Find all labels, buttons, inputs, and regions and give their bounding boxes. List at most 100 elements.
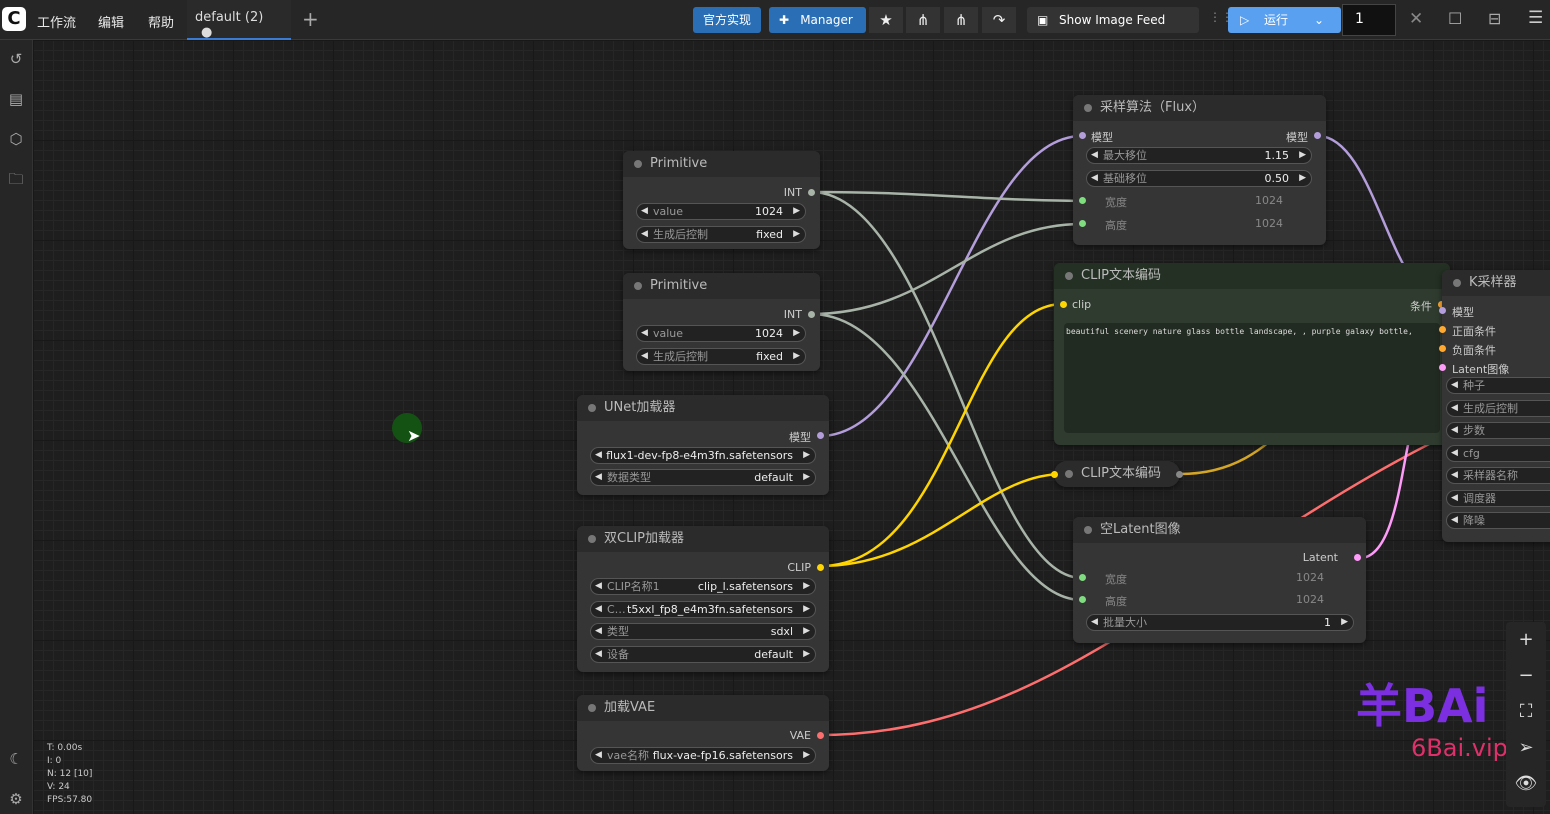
zoom-in-icon[interactable]: +: [1506, 622, 1546, 658]
input-slot[interactable]: [1051, 471, 1058, 478]
theme-moon-icon[interactable]: ☾: [5, 748, 27, 770]
widget-max-shift[interactable]: 最大移位 1.15: [1086, 147, 1312, 164]
input-slot[interactable]: [1060, 301, 1067, 308]
input-width: 宽度: [1105, 573, 1127, 586]
node-load-vae[interactable]: 加载VAE VAE vae名称flux-vae-fp16.safetensors: [577, 695, 829, 771]
widget-denoise[interactable]: 降噪: [1446, 512, 1550, 529]
menu-workflow[interactable]: 工作流: [37, 12, 76, 31]
widget-value-text: default: [754, 471, 793, 484]
panel-icon[interactable]: ☐: [1448, 9, 1462, 28]
widget-value-text: clip_l.safetensors: [697, 580, 793, 593]
widget-seed[interactable]: 种子: [1446, 377, 1550, 394]
input-latent: Latent图像: [1452, 363, 1510, 376]
input-slot[interactable]: [1439, 307, 1446, 314]
menu-help[interactable]: 帮助: [148, 12, 174, 31]
node-title: 空Latent图像: [1073, 517, 1366, 543]
queue-icon[interactable]: ▤: [5, 88, 27, 110]
widget-value[interactable]: value 1024: [636, 203, 806, 220]
widget-device[interactable]: 设备 default: [590, 646, 816, 663]
input-slot[interactable]: [1079, 574, 1086, 581]
node-primitive-2[interactable]: Primitive INT value 1024 生成后控制 fixed: [623, 273, 820, 371]
widget-control[interactable]: 生成后控制 fixed: [636, 348, 806, 365]
widget-value-text: flux1-dev-fp8-e4m3fn.safetensors: [606, 449, 793, 462]
output-slot[interactable]: [1176, 471, 1183, 478]
node-title: 采样算法（Flux）: [1073, 95, 1326, 121]
input-slot[interactable]: [1079, 220, 1086, 227]
output-slot[interactable]: [817, 432, 824, 439]
share-workflow-icon[interactable]: ⋔: [944, 7, 978, 33]
star-icon[interactable]: ★: [869, 7, 903, 33]
menu-edit[interactable]: 编辑: [98, 12, 124, 31]
close-icon[interactable]: ✕: [1409, 9, 1423, 29]
chevron-down-icon[interactable]: ⌄: [1314, 7, 1324, 33]
input-slot[interactable]: [1079, 132, 1086, 139]
workflow-tab[interactable]: default (2) ●: [187, 0, 291, 40]
prompt-textarea[interactable]: beautiful scenery nature glass bottle la…: [1064, 323, 1440, 433]
fit-view-icon[interactable]: ⛶: [1506, 694, 1546, 730]
app-logo[interactable]: C: [2, 7, 26, 31]
eye-icon[interactable]: 👁: [1506, 766, 1546, 802]
output-slot[interactable]: [808, 189, 815, 196]
node-clip-text-encode-positive[interactable]: CLIP文本编码 clip 条件 beautiful scenery natur…: [1054, 263, 1450, 445]
widget-value[interactable]: value 1024: [636, 325, 806, 342]
input-slot[interactable]: [1439, 345, 1446, 352]
widget-dtype[interactable]: 数据类型 default: [590, 469, 816, 486]
input-slot[interactable]: [1079, 197, 1086, 204]
widget-clip-name-1[interactable]: CLIP名称1 clip_l.safetensors: [590, 578, 816, 595]
run-button[interactable]: ▷ 运行 ⌄: [1228, 7, 1341, 33]
navigate-icon[interactable]: ➢: [1506, 730, 1546, 766]
history-icon[interactable]: ↺: [5, 48, 27, 70]
output-slot[interactable]: [817, 732, 824, 739]
widget-control-after[interactable]: 生成后控制: [1446, 400, 1550, 417]
widget-sampler-name[interactable]: 采样器名称: [1446, 467, 1550, 484]
new-tab-icon[interactable]: +: [302, 7, 319, 31]
widget-label: 最大移位: [1103, 149, 1147, 162]
output-int: INT: [783, 186, 802, 199]
settings-gear-icon[interactable]: ⚙: [5, 788, 27, 810]
node-dual-clip-loader[interactable]: 双CLIP加载器 CLIP CLIP名称1clip_l.safetensors …: [577, 526, 829, 672]
image-feed-label: Show Image Feed: [1059, 13, 1166, 27]
node-model-sampling-flux[interactable]: 采样算法（Flux） 模型 模型 最大移位 1.15 基础移位 0.50 宽度 10…: [1073, 95, 1326, 245]
widget-steps[interactable]: 步数: [1446, 422, 1550, 439]
widget-clip-name-2[interactable]: C…t5xxl_fp8_e4m3fn.safetensors: [590, 601, 816, 618]
node-ksampler[interactable]: K采样器 模型 正面条件 负面条件 Latent图像 种子 生成后控制 步数 c…: [1439, 270, 1550, 542]
output-slot[interactable]: [1354, 554, 1361, 561]
widget-type[interactable]: 类型 sdxl: [590, 623, 816, 640]
unsaved-dot-icon: ●: [201, 25, 213, 40]
image-feed-button[interactable]: ▣ Show Image Feed: [1027, 7, 1199, 33]
manager-label: Manager: [800, 13, 853, 27]
node-primitive-1[interactable]: Primitive INT value 1024 生成后控制 fixed: [623, 151, 820, 249]
output-slot[interactable]: [1314, 132, 1321, 139]
widget-control[interactable]: 生成后控制 fixed: [636, 226, 806, 243]
input-slot[interactable]: [1439, 326, 1446, 333]
queue-count-input[interactable]: 1: [1342, 4, 1396, 36]
input-slot[interactable]: [1439, 364, 1446, 371]
input-slot[interactable]: [1079, 596, 1086, 603]
share-icon[interactable]: ↷: [982, 7, 1016, 33]
model-library-icon[interactable]: ⬡: [5, 128, 27, 150]
hamburger-icon[interactable]: ☰: [1528, 8, 1543, 28]
widget-cfg[interactable]: cfg: [1446, 445, 1550, 462]
widget-base-shift[interactable]: 基础移位 0.50: [1086, 170, 1312, 187]
output-slot[interactable]: [808, 311, 815, 318]
input-height: 高度: [1105, 219, 1127, 232]
bottom-panel-icon[interactable]: ⊟: [1488, 9, 1501, 28]
widget-vae-name[interactable]: vae名称flux-vae-fp16.safetensors: [590, 747, 816, 764]
workflow-icon[interactable]: ⋔: [906, 7, 940, 33]
widget-label: 批量大小: [1103, 616, 1147, 629]
widget-value-text: sdxl: [770, 625, 793, 638]
widget-unet-name[interactable]: flux1-dev-fp8-e4m3fn.safetensors: [590, 447, 816, 464]
widget-label: 数据类型: [607, 471, 651, 484]
node-clip-text-encode-negative[interactable]: CLIP文本编码: [1051, 461, 1183, 487]
output-slot[interactable]: [817, 564, 824, 571]
node-unet-loader[interactable]: UNet加载器 模型 flux1-dev-fp8-e4m3fn.safetens…: [577, 395, 829, 495]
official-button[interactable]: 官方实现: [693, 7, 761, 33]
graph-canvas[interactable]: Primitive INT value 1024 生成后控制 fixed Primi…: [33, 40, 1550, 814]
widget-scheduler[interactable]: 调度器: [1446, 490, 1550, 507]
widget-value-text: t5xxl_fp8_e4m3fn.safetensors: [627, 603, 793, 616]
zoom-out-icon[interactable]: −: [1506, 658, 1546, 694]
node-empty-latent[interactable]: 空Latent图像 Latent 宽度 1024 高度 1024 批量大小 1: [1073, 517, 1366, 643]
widget-batch-size[interactable]: 批量大小 1: [1086, 614, 1354, 631]
folder-icon[interactable]: 🗀: [5, 168, 27, 190]
manager-button[interactable]: ✚ Manager: [769, 7, 866, 33]
